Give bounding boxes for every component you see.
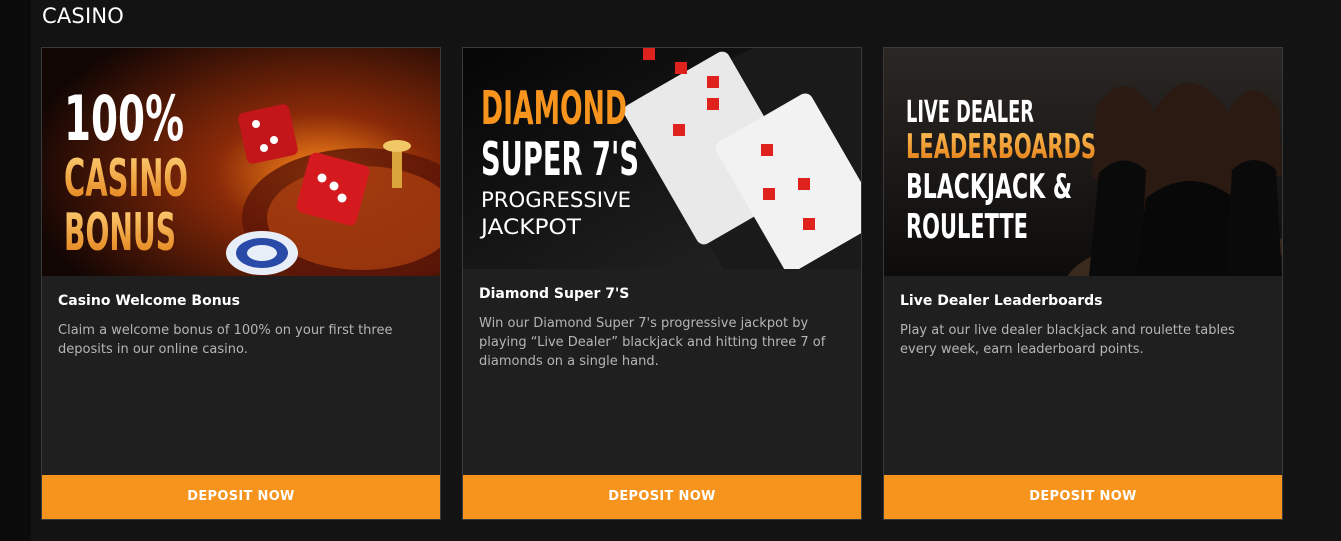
promo-banner-image[interactable]: LIVE DEALER LEADERBOARDS BLACKJACK & ROU… bbox=[884, 48, 1282, 276]
promo-banner-image[interactable]: 100% CASINO BONUS bbox=[42, 48, 440, 276]
banner-headline-line3: BLACKJACK & bbox=[906, 167, 1072, 207]
banner-headline-line2: LEADERBOARDS bbox=[906, 127, 1096, 167]
card-description: Claim a welcome bonus of 100% on your fi… bbox=[58, 323, 393, 357]
promo-card-live-dealer-leaderboards: LIVE DEALER LEADERBOARDS BLACKJACK & ROU… bbox=[883, 47, 1283, 520]
banner-headline-line3: BONUS bbox=[64, 203, 176, 263]
card-title: Live Dealer Leaderboards bbox=[900, 293, 1103, 309]
banner-headline-line2: SUPER 7'S bbox=[481, 132, 639, 186]
banner-headline-line1: DIAMOND bbox=[481, 81, 627, 135]
promo-card-diamond-super-7s: DIAMOND SUPER 7'S PROGRESSIVE JACKPOT Di… bbox=[462, 47, 862, 520]
promo-banner-image[interactable]: DIAMOND SUPER 7'S PROGRESSIVE JACKPOT bbox=[463, 48, 861, 269]
deposit-now-button[interactable]: DEPOSIT NOW bbox=[884, 475, 1282, 519]
deposit-now-button[interactable]: DEPOSIT NOW bbox=[42, 475, 440, 519]
banner-headline-line1: 100% bbox=[64, 82, 184, 155]
card-title: Casino Welcome Bonus bbox=[58, 293, 240, 309]
card-description: Play at our live dealer blackjack and ro… bbox=[900, 323, 1235, 357]
banner-subline-1: PROGRESSIVE bbox=[481, 188, 631, 212]
banner-headline-line1: LIVE DEALER bbox=[906, 95, 1034, 130]
banner-headline-line4: ROULETTE bbox=[906, 207, 1028, 247]
section-title: CASINO bbox=[42, 4, 124, 28]
promo-card-casino-welcome-bonus: 100% CASINO BONUS Casino Welcome Bonus C… bbox=[41, 47, 441, 520]
card-title: Diamond Super 7'S bbox=[479, 286, 630, 302]
banner-subline-2: JACKPOT bbox=[479, 215, 581, 239]
left-edge-strip bbox=[0, 0, 31, 541]
banner-headline-line2: CASINO bbox=[64, 149, 188, 209]
card-description: Win our Diamond Super 7's progressive ja… bbox=[479, 316, 826, 369]
deposit-now-button[interactable]: DEPOSIT NOW bbox=[463, 475, 861, 519]
